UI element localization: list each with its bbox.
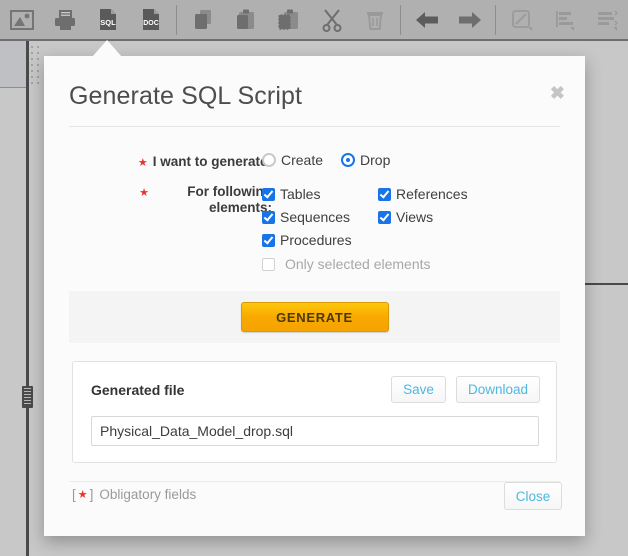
dialog-pointer-caret: [92, 40, 122, 57]
checkbox-references-label: References: [396, 186, 468, 202]
forward-arrow-icon[interactable]: [448, 0, 491, 40]
required-star-icon: ★: [137, 157, 148, 169]
want-to-generate-label: I want to generate:: [152, 154, 272, 169]
required-star-icon: ★: [139, 187, 149, 199]
close-icon[interactable]: ✖: [550, 84, 565, 102]
align-left-icon[interactable]: [543, 0, 586, 40]
checkbox-references-box[interactable]: [378, 187, 391, 201]
download-button[interactable]: Download: [455, 376, 540, 403]
generated-file-actions: Save Download: [391, 376, 540, 403]
copy-icon[interactable]: [181, 0, 224, 40]
delete-icon[interactable]: [353, 0, 396, 40]
title-divider: [69, 126, 560, 127]
filename-input[interactable]: [91, 416, 539, 446]
checkbox-procedures[interactable]: Procedures: [262, 232, 378, 248]
generate-action-bar: GENERATE: [69, 291, 560, 343]
checkbox-tables[interactable]: Tables: [262, 186, 378, 202]
checkbox-views[interactable]: Views: [378, 209, 468, 225]
elements-label-line1: For following: [187, 184, 272, 199]
obligatory-bracket-close: ]: [89, 487, 94, 502]
checkbox-views-label: Views: [396, 209, 434, 225]
splitter-grip-handle[interactable]: [22, 386, 33, 408]
generated-file-title: Generated file: [91, 382, 185, 398]
page-title: Generate SQL Script: [69, 82, 303, 110]
close-button[interactable]: Close: [504, 482, 562, 510]
generate-sql-script-dialog: Generate SQL Script ✖ ★ I want to genera…: [44, 56, 585, 536]
radio-drop-indicator[interactable]: [341, 153, 356, 167]
checkbox-references[interactable]: References: [378, 186, 468, 202]
print-icon[interactable]: [43, 0, 86, 40]
toolbar-separator: [176, 4, 177, 35]
svg-text:DOC: DOC: [143, 20, 159, 27]
toolbar-separator: [400, 4, 401, 35]
back-arrow-icon[interactable]: [405, 0, 448, 40]
elements-checkbox-grid: Tables References Sequences Views Proced…: [262, 186, 468, 248]
left-panel-header: [0, 41, 26, 88]
radio-create-indicator[interactable]: [262, 153, 276, 167]
vertical-splitter[interactable]: [26, 41, 29, 556]
checkbox-tables-label: Tables: [280, 186, 321, 202]
checkbox-only-selected-box: [262, 257, 275, 271]
for-following-elements-label-row: ★ For following elements:: [82, 184, 272, 216]
generate-button[interactable]: GENERATE: [240, 302, 389, 332]
checkbox-procedures-label: Procedures: [280, 232, 352, 248]
checkbox-only-selected-label: Only selected elements: [285, 256, 431, 272]
generated-file-panel: Generated file Save Download: [72, 361, 557, 463]
obligatory-fields-note: [★] Obligatory fields: [72, 487, 196, 502]
main-toolbar: SQL DOC: [0, 0, 628, 41]
generate-doc-icon[interactable]: DOC: [129, 0, 172, 40]
save-button[interactable]: Save: [391, 376, 446, 403]
paste-special-icon[interactable]: [267, 0, 310, 40]
cut-icon[interactable]: [310, 0, 353, 40]
generate-sql-icon[interactable]: SQL: [86, 0, 129, 40]
checkbox-tables-box[interactable]: [262, 187, 275, 201]
toolbar-separator: [495, 4, 496, 35]
radio-option-create[interactable]: Create: [262, 152, 323, 168]
paste-icon[interactable]: [224, 0, 267, 40]
for-following-elements-label: For following elements:: [154, 184, 272, 216]
obligatory-bracket-open: [: [72, 487, 76, 502]
checkbox-sequences-box[interactable]: [262, 210, 275, 224]
required-star-icon: ★: [77, 489, 88, 501]
panel-grab-dots: [31, 44, 45, 88]
radio-create-label: Create: [281, 152, 324, 168]
obligatory-fields-text: Obligatory fields: [99, 487, 197, 502]
checkbox-procedures-box[interactable]: [262, 233, 275, 247]
only-selected-elements-row: Only selected elements: [262, 256, 431, 272]
svg-text:SQL: SQL: [100, 18, 116, 27]
checkbox-sequences-label: Sequences: [280, 209, 351, 225]
checkbox-views-box[interactable]: [378, 210, 391, 224]
distribute-icon[interactable]: [586, 0, 628, 40]
radio-option-drop[interactable]: Drop: [341, 152, 390, 168]
generate-mode-radio-group: Create Drop: [262, 152, 390, 168]
checkbox-only-selected-elements: Only selected elements: [262, 256, 431, 272]
radio-drop-label: Drop: [360, 152, 391, 168]
line-style-icon[interactable]: [500, 0, 543, 40]
export-image-icon[interactable]: [0, 0, 43, 40]
want-to-generate-label-row: ★ I want to generate:: [82, 154, 272, 169]
checkbox-sequences[interactable]: Sequences: [262, 209, 378, 225]
footer-divider: [69, 481, 560, 482]
